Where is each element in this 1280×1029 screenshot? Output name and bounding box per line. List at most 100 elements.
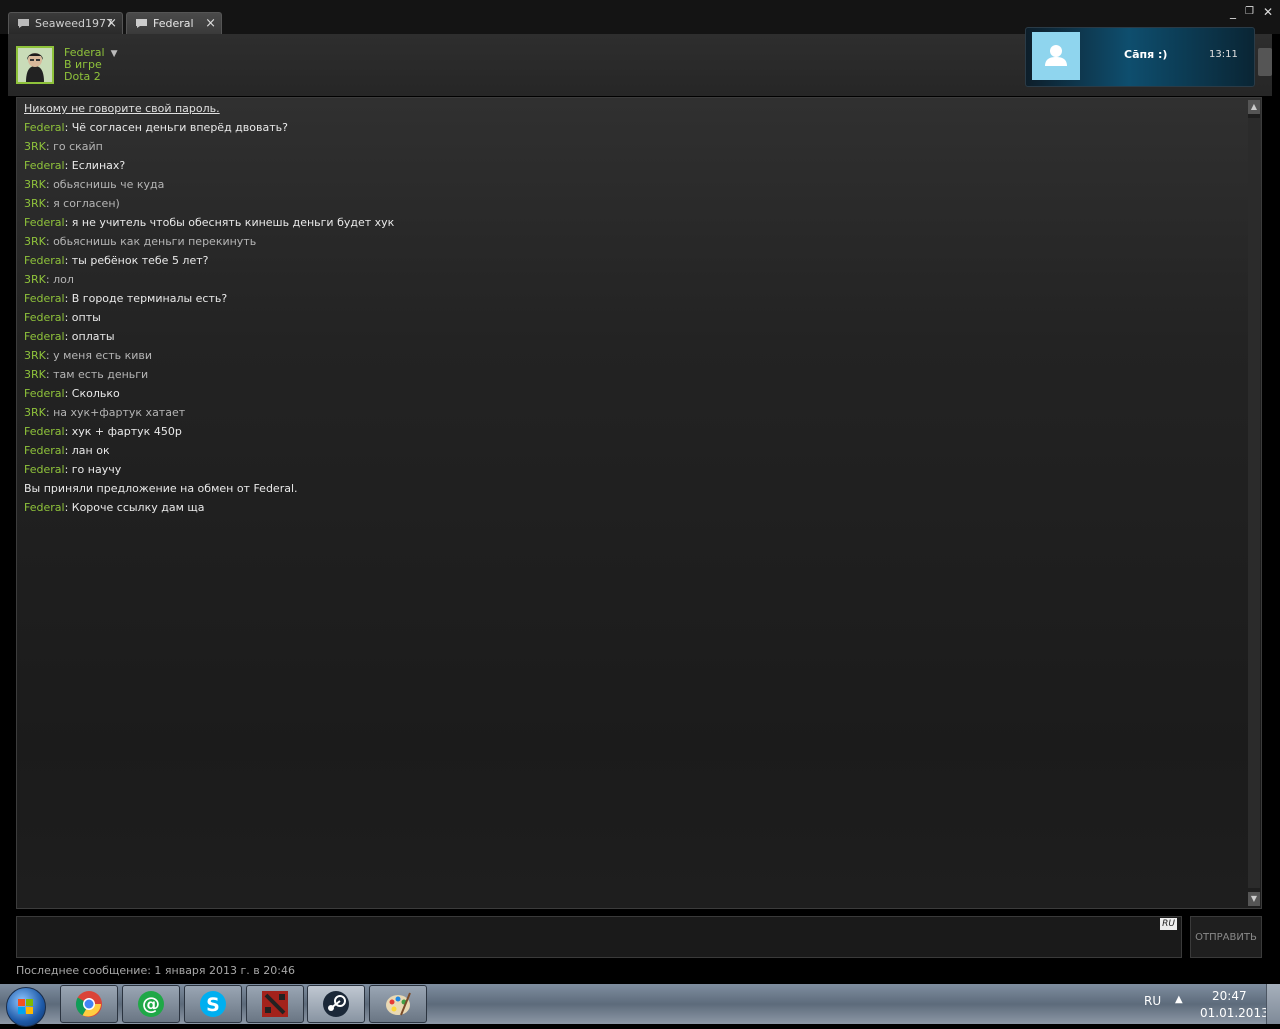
message-text: Короче ссылку дам ща (71, 501, 205, 514)
show-desktop-button[interactable] (1266, 984, 1280, 1024)
message-text: го скайп (53, 140, 103, 153)
message-sender[interactable]: Federal (24, 425, 65, 438)
message-sender[interactable]: Federal (24, 254, 65, 267)
chat-message: 3RK: обьяснишь че куда (24, 178, 164, 191)
sender-separator: : (64, 311, 72, 324)
chat-message: 3RK: лол (24, 273, 74, 286)
sender-separator: : (45, 178, 54, 191)
message-sender[interactable]: 3RK (24, 349, 46, 362)
message-sender[interactable]: Federal (24, 159, 65, 172)
message-text: там есть деньги (53, 368, 149, 381)
chat-message: Federal: В городе терминалы есть? (24, 292, 227, 305)
chat-bubble-icon (18, 19, 29, 28)
taskbar-language[interactable]: RU (1144, 994, 1161, 1008)
svg-text:@: @ (142, 994, 160, 1015)
message-input[interactable]: RU (16, 916, 1182, 958)
message-text: я согласен) (53, 197, 120, 210)
chat-message: Federal: Еслинах? (24, 159, 125, 172)
message-sender[interactable]: 3RK (24, 368, 46, 381)
chat-message: Federal: Чё согласен деньги вперёд двова… (24, 121, 288, 134)
scroll-down-icon[interactable]: ▼ (1248, 892, 1260, 906)
chevron-down-icon[interactable]: ▼ (111, 49, 118, 59)
message-sender[interactable]: Federal (24, 330, 65, 343)
taskbar-steam[interactable] (307, 985, 365, 1023)
close-window-button[interactable]: ✕ (1263, 5, 1273, 19)
chat-message: Federal: хук + фартук 450р (24, 425, 182, 438)
message-sender[interactable]: Federal (24, 311, 65, 324)
message-text: лол (53, 273, 74, 286)
message-sender[interactable]: 3RK (24, 273, 46, 286)
message-sender[interactable]: 3RK (24, 178, 46, 191)
chat-message: Federal: оплаты (24, 330, 115, 343)
message-text: обьяснишь как деньги перекинуть (53, 235, 257, 248)
sender-separator: : (45, 273, 54, 286)
message-sender[interactable]: 3RK (24, 197, 46, 210)
message-sender[interactable]: Federal (24, 444, 65, 457)
chat-message: Federal: Короче ссылку дам ща (24, 501, 205, 514)
sender-separator: : (64, 159, 72, 172)
sender-separator: : (45, 349, 54, 362)
chat-message: Federal: ты ребёнок тебе 5 лет? (24, 254, 208, 267)
tab-seaweed1977[interactable]: Seaweed1977 × (8, 12, 123, 34)
message-sender[interactable]: Federal (24, 121, 65, 134)
scroll-up-icon[interactable]: ▲ (1248, 100, 1260, 114)
taskbar-mail-agent[interactable]: @ (122, 985, 180, 1023)
chrome-icon (75, 991, 102, 1017)
sender-separator: : (64, 121, 72, 134)
message-text: Сколько (71, 387, 120, 400)
close-icon[interactable]: × (205, 16, 216, 31)
message-sender[interactable]: Federal (24, 463, 65, 476)
taskbar-paint[interactable] (369, 985, 427, 1023)
avatar-icon (18, 48, 52, 82)
scrollbar[interactable]: ▲ ▼ (1248, 100, 1260, 906)
tab-federal[interactable]: Federal × (126, 12, 222, 34)
sender-separator: : (45, 368, 54, 381)
chat-message: 3RK: там есть деньги (24, 368, 148, 381)
sender-separator: : (64, 463, 72, 476)
maximize-button[interactable]: ❐ (1245, 6, 1254, 17)
message-text: Вы приняли предложение на обмен от Feder… (24, 482, 298, 495)
taskbar-chrome[interactable] (60, 985, 118, 1023)
chat-message: 3RK: обьяснишь как деньги перекинуть (24, 235, 256, 248)
chat-message: 3RK: у меня есть киви (24, 349, 152, 362)
message-sender[interactable]: Federal (24, 387, 65, 400)
message-text: го научу (71, 463, 122, 476)
user-icon (1045, 45, 1067, 66)
message-text: Еслинах? (71, 159, 126, 172)
clock-time[interactable]: 20:47 (1212, 989, 1247, 1003)
message-text: хук + фартук 450р (71, 425, 182, 438)
tray-expand-icon[interactable]: ▲ (1175, 994, 1183, 1005)
message-sender[interactable]: Federal (24, 292, 65, 305)
clock-date[interactable]: 01.01.2013 (1200, 1006, 1269, 1020)
minimize-button[interactable]: _ (1230, 5, 1236, 19)
dota2-icon (262, 991, 288, 1017)
sender-separator: : (64, 330, 72, 343)
chat-log: Никому не говорите свой пароль. Federal:… (16, 97, 1262, 909)
sender-separator: : (64, 387, 72, 400)
message-sender[interactable]: Federal (24, 501, 65, 514)
windows-logo-icon (18, 999, 33, 1014)
avatar[interactable] (16, 46, 54, 84)
message-sender[interactable]: 3RK (24, 235, 46, 248)
chat-message: 3RK: го скайп (24, 140, 103, 153)
notification-popup[interactable]: Сāпя :) 13:11 (1025, 27, 1255, 87)
sender-separator: : (45, 406, 54, 419)
chat-message: 3RK: на хук+фартук хатает (24, 406, 185, 419)
message-sender[interactable]: 3RK (24, 140, 46, 153)
last-message-info: Последнее сообщение: 1 января 2013 г. в … (16, 964, 295, 977)
sender-separator: : (64, 425, 72, 438)
chat-message: Federal: лан ок (24, 444, 110, 457)
message-sender[interactable]: 3RK (24, 406, 46, 419)
chat-message: Federal: Сколько (24, 387, 120, 400)
start-button[interactable] (6, 987, 46, 1027)
notification-time: 13:11 (1209, 49, 1238, 60)
password-warning: Никому не говорите свой пароль. (24, 102, 220, 115)
send-button[interactable]: ОТПРАВИТЬ (1190, 916, 1262, 958)
close-icon[interactable]: × (106, 16, 117, 31)
message-sender[interactable]: Federal (24, 216, 65, 229)
scroll-thumb[interactable] (1248, 118, 1260, 888)
sender-separator: : (45, 140, 54, 153)
taskbar-dota2[interactable] (246, 985, 304, 1023)
taskbar-skype[interactable]: S (184, 985, 242, 1023)
header-side-button[interactable] (1258, 48, 1272, 76)
